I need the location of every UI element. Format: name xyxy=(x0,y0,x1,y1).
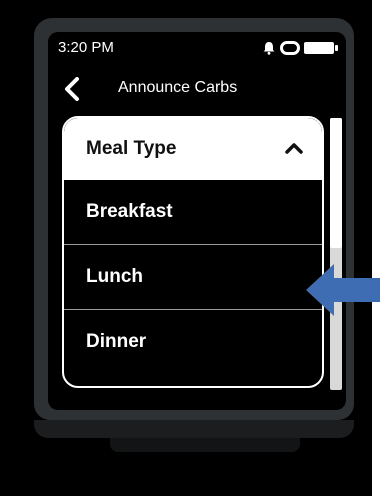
bell-icon xyxy=(263,42,275,55)
screenshot-canvas: 3:20 PM Announce Carbs Meal Type Breakfa… xyxy=(0,0,380,496)
option-breakfast[interactable]: Breakfast xyxy=(64,180,322,244)
app-header: Announce Carbs xyxy=(60,74,338,102)
battery-icon xyxy=(304,42,338,54)
device-foot xyxy=(110,438,300,452)
chevron-left-icon[interactable] xyxy=(60,77,84,101)
status-time: 3:20 PM xyxy=(58,39,114,56)
chevron-up-icon[interactable] xyxy=(284,140,304,156)
device-background: 3:20 PM Announce Carbs Meal Type Breakfa… xyxy=(0,0,372,496)
option-label: Lunch xyxy=(86,266,143,287)
status-bar: 3:20 PM xyxy=(58,38,338,58)
arrow-left-icon xyxy=(306,264,380,316)
dropdown-label: Meal Type xyxy=(86,138,177,159)
page-title: Announce Carbs xyxy=(118,79,238,96)
ring-icon xyxy=(280,41,300,55)
device-bezel-bottom xyxy=(34,420,354,438)
option-lunch[interactable]: Lunch xyxy=(64,245,322,309)
device-screen: 3:20 PM Announce Carbs Meal Type Breakfa… xyxy=(48,32,346,410)
scrollbar-thumb[interactable] xyxy=(330,118,342,248)
scrollbar[interactable] xyxy=(330,118,342,390)
option-label: Breakfast xyxy=(86,201,173,222)
meal-type-dropdown: Meal Type Breakfast Lunch Dinner xyxy=(62,116,324,388)
meal-type-dropdown-header[interactable]: Meal Type xyxy=(64,118,322,180)
option-label: Dinner xyxy=(86,331,147,352)
option-dinner[interactable]: Dinner xyxy=(64,310,322,374)
status-icons xyxy=(262,38,338,58)
